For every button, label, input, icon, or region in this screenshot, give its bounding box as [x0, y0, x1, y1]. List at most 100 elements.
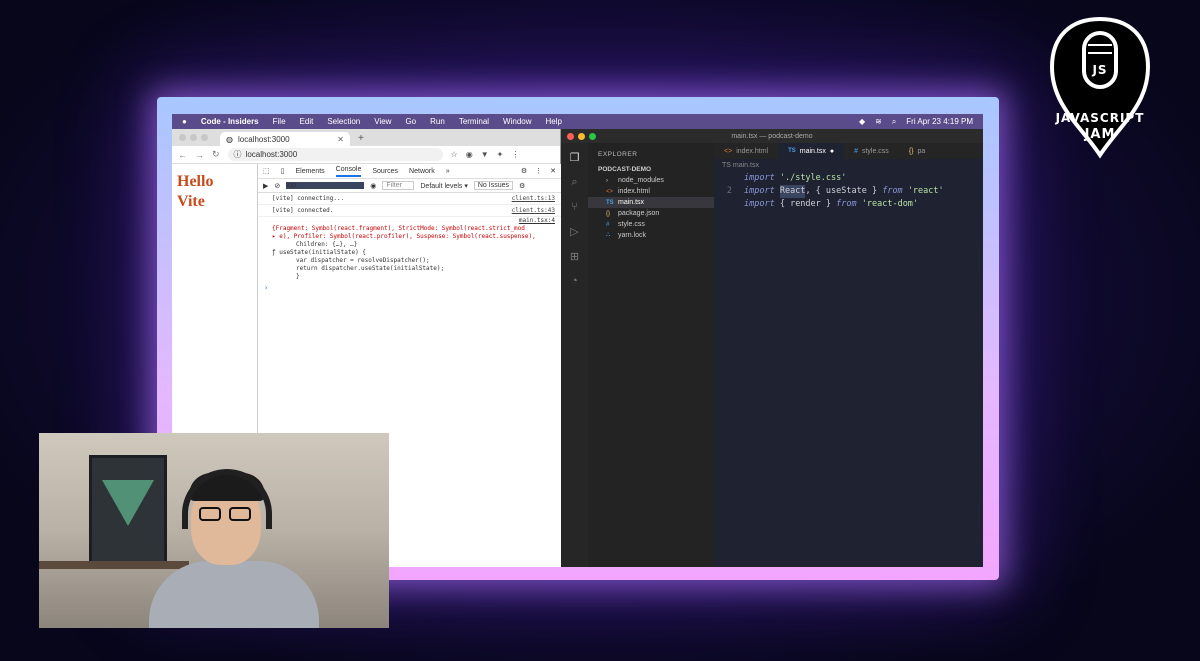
filter-input[interactable]: Filter [382, 181, 415, 190]
tab-label: index.html [736, 147, 769, 155]
zoom-window-button[interactable] [589, 133, 596, 140]
gear-icon[interactable]: ⚙ [521, 167, 527, 175]
log-source-link[interactable]: client.ts:13 [512, 195, 555, 202]
file-item[interactable]: <> index.html [588, 186, 714, 197]
tab-package-json[interactable]: {} pa [899, 143, 935, 159]
run-debug-icon[interactable]: ▷ [570, 225, 578, 238]
unsaved-dot-icon[interactable]: ● [830, 148, 834, 155]
line-number: 2 [726, 186, 732, 196]
console-line: [vite] connected. client.ts:43 [258, 205, 561, 217]
console-prompt[interactable]: › [258, 281, 561, 295]
spotlight-icon[interactable]: ⌕ [892, 117, 896, 127]
log-source-link[interactable]: main.tsx:4 [272, 217, 555, 225]
file-item[interactable]: # style.css [588, 219, 714, 230]
mac-menubar: ● Code - Insiders File Edit Selection Vi… [172, 114, 983, 129]
code-text: , { useState } [805, 186, 883, 196]
bookmark-star-icon[interactable]: ☆ [451, 150, 458, 159]
toolbar-icons: ☆ ◉ ▼ ✦ ⋮ [451, 150, 520, 159]
close-window-button[interactable] [567, 133, 574, 140]
address-bar[interactable]: ⓘ localhost:3000 [227, 148, 443, 161]
menu-window[interactable]: Window [503, 117, 531, 126]
close-icon[interactable]: ✕ [550, 167, 556, 175]
console-settings-icon[interactable]: ⚙ [519, 182, 525, 190]
minimize-window-button[interactable] [578, 133, 585, 140]
tab-index-html[interactable]: <> index.html [714, 143, 778, 159]
tab-label: main.tsx [799, 147, 826, 155]
context-select[interactable]: top [286, 182, 365, 189]
menu-go[interactable]: Go [405, 117, 416, 126]
apple-icon[interactable]: ● [182, 117, 187, 126]
file-item[interactable]: ⛬ yarn.lock [588, 230, 714, 241]
browser-tab[interactable]: ◍ localhost:3000 ✕ [220, 132, 350, 146]
page-heading: Hello Vite [177, 172, 213, 212]
tab-elements[interactable]: Elements [295, 168, 324, 175]
sidebar-toggle-icon[interactable]: ▶ [263, 182, 268, 190]
menu-terminal[interactable]: Terminal [459, 117, 489, 126]
explorer-sidebar: EXPLORER PODCAST-DEMO › node_modules <> … [588, 143, 714, 567]
dropbox-icon[interactable]: ◆ [859, 117, 865, 127]
search-icon[interactable]: ⌕ [571, 176, 577, 189]
menubar-clock[interactable]: Fri Apr 23 4:19 PM [906, 117, 973, 127]
json-file-icon: {} [606, 210, 611, 217]
log-source-link[interactable]: client.ts:43 [512, 207, 555, 214]
inspect-icon[interactable]: ⬚ [263, 167, 270, 175]
tab-sources[interactable]: Sources [372, 168, 398, 175]
explorer-header: EXPLORER [598, 151, 638, 158]
tab-console[interactable]: Console [335, 166, 362, 177]
file-item[interactable]: TS main.tsx [588, 197, 714, 208]
wifi-icon[interactable]: ≋ [875, 117, 882, 127]
tab-main-tsx[interactable]: TS main.tsx ● [778, 143, 845, 159]
source-control-icon[interactable]: ⑂ [571, 201, 578, 213]
puzzle-icon[interactable]: ✦ [497, 150, 504, 159]
levels-select[interactable]: Default levels ▾ [420, 182, 467, 190]
editor-tabs: <> index.html TS main.tsx ● # style.css … [714, 143, 983, 159]
close-window-button[interactable] [179, 134, 186, 141]
code-line: import './style.css' [714, 172, 983, 185]
code-line: 2 import React, { useState } from 'react… [714, 185, 983, 198]
devtools-tabs: ⬚ ▯ Elements Console Sources Network » ⚙… [258, 164, 561, 179]
tab-style-css[interactable]: # style.css [844, 143, 899, 159]
code-lines[interactable]: import './style.css' 2 import React, { u… [714, 172, 983, 211]
menu-dots-icon[interactable]: ⋮ [511, 150, 519, 159]
tab-network[interactable]: Network [409, 168, 435, 175]
explorer-icon[interactable]: ❐ [570, 151, 580, 164]
back-icon[interactable]: ← [178, 150, 187, 160]
menu-run[interactable]: Run [430, 117, 445, 126]
close-tab-icon[interactable]: ✕ [337, 135, 344, 144]
menu-view[interactable]: View [374, 117, 391, 126]
menu-help[interactable]: Help [546, 117, 562, 126]
console-object[interactable]: main.tsx:4 {Fragment: Symbol(react.fragm… [258, 217, 561, 281]
object-line-3: Children: {…}, …} [296, 241, 358, 248]
device-icon[interactable]: ▯ [281, 167, 285, 175]
function-line-3: return dispatcher.useState(initialState)… [296, 265, 445, 272]
object-line-2: ▸ e), Profiler: Symbol(react.profiler), … [272, 233, 536, 240]
webcam-overlay [39, 433, 389, 628]
vue-poster [89, 455, 167, 565]
remote-icon[interactable]: ◔ [571, 275, 578, 287]
file-item[interactable]: {} package.json [588, 208, 714, 219]
reload-icon[interactable]: ↻ [212, 149, 220, 160]
browser-tabbar: ◍ localhost:3000 ✕ + [172, 129, 560, 146]
minimize-window-button[interactable] [190, 134, 197, 141]
object-line-1: {Fragment: Symbol(react.fragment), Stric… [272, 225, 525, 232]
project-folder[interactable]: PODCAST-DEMO [588, 164, 714, 175]
activity-bar: ❐ ⌕ ⑂ ▷ ⊞ ◔ [561, 143, 588, 567]
more-tabs-button[interactable]: » [446, 168, 450, 175]
menu-file[interactable]: File [273, 117, 286, 126]
menu-selection[interactable]: Selection [327, 117, 360, 126]
vue-extension-icon[interactable]: ▼ [481, 150, 489, 159]
code-text: { render } [774, 199, 837, 209]
extensions-icon[interactable]: ⊞ [570, 250, 579, 263]
new-tab-button[interactable]: + [358, 133, 364, 144]
clear-console-icon[interactable]: ⊘ [274, 182, 280, 190]
zoom-window-button[interactable] [201, 134, 208, 141]
extension-icon[interactable]: ◉ [466, 150, 473, 159]
eye-icon[interactable]: ◉ [370, 182, 376, 190]
breadcrumb[interactable]: TS main.tsx [714, 159, 983, 172]
devtools-menu-icon[interactable]: ⋮ [535, 167, 542, 175]
menu-edit[interactable]: Edit [300, 117, 314, 126]
menubar-app-name[interactable]: Code - Insiders [201, 117, 259, 126]
forward-icon[interactable]: → [195, 150, 204, 160]
file-item[interactable]: › node_modules [588, 175, 714, 186]
issues-badge[interactable]: No Issues [473, 181, 513, 190]
